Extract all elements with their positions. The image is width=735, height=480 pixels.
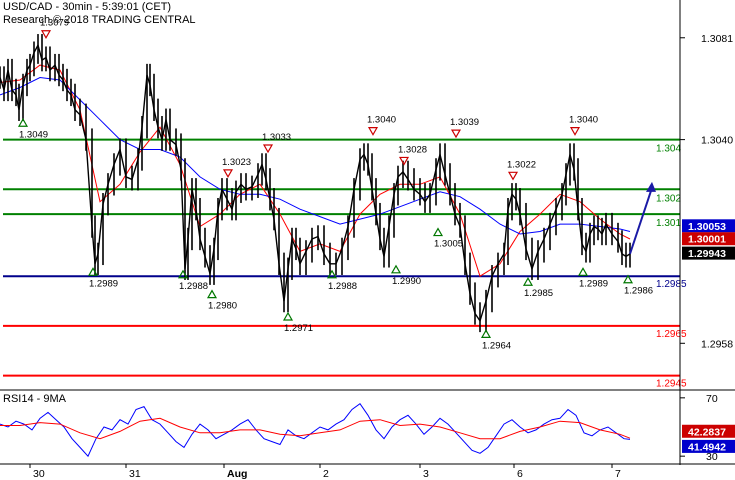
level-label-1: 1.302: [656, 193, 681, 204]
time-tick-label-3: 2: [323, 468, 329, 480]
support-resistance-levels: 1.304 1.302 1.301 1.2985 1.2965 1.2945: [3, 138, 687, 390]
pivot-high-marker-17: [569, 127, 581, 136]
rsi-ma-line: [0, 417, 631, 440]
pivot-low-marker-7: [282, 311, 294, 321]
pivot-high-marker-12: [450, 129, 462, 139]
rsi-line: [0, 402, 631, 458]
time-tick-label-1: 31: [129, 468, 141, 480]
pivot-low-marker-1: [17, 118, 29, 127]
pivot-high-label-5: 1.3023: [222, 157, 251, 168]
pivot-high-marker-10: [398, 156, 410, 166]
level-label-3: 1.2985: [656, 279, 687, 290]
pivot-low-label-14: 1.2964: [482, 340, 511, 351]
pivot-low-label-4: 1.2980: [208, 301, 237, 312]
pivot-low-marker-13: [432, 227, 444, 237]
rsi-badge-label-1: 41.4942: [688, 441, 726, 453]
pivot-low-label-7: 1.2971: [284, 323, 313, 334]
pivot-high-marker-6: [262, 144, 274, 154]
time-tick-label-0: 30: [33, 468, 45, 480]
pivot-low-label-11: 1.2990: [392, 276, 421, 287]
pivot-high-label-10: 1.3028: [398, 144, 427, 155]
pivot-low-label-19: 1.2986: [624, 286, 653, 297]
level-label-5: 1.2945: [656, 379, 687, 390]
level-label-0: 1.304: [656, 144, 681, 155]
moving-average-slow: [0, 76, 631, 235]
pivot-high-label-12: 1.3039: [450, 117, 479, 128]
rsi-panel: 703042.283741.4942: [0, 393, 735, 463]
pivot-low-label-16: 1.2985: [524, 288, 553, 299]
usdcad-chart: 1.3041.3021.3011.29851.29651.2945 1.3079…: [0, 0, 735, 480]
pivot-high-label-6: 1.3033: [262, 132, 291, 143]
pivot-low-label-13: 1.3005: [434, 239, 463, 250]
price-tick-label-2: 1.2958: [701, 338, 733, 350]
pivot-low-label-8: 1.2988: [328, 281, 357, 292]
level-label-2: 1.301: [656, 218, 681, 229]
rsi-badge-label-0: 42.2837: [688, 426, 726, 438]
pivot-low-label-3: 1.2988: [179, 281, 208, 292]
price-badge-label-0: 1.30053: [688, 221, 726, 233]
pivot-low-label-1: 1.3049: [19, 129, 48, 140]
pivot-low-marker-4: [206, 289, 218, 299]
rsi-tick-label-0: 70: [706, 393, 718, 405]
pivot-high-marker-15: [507, 171, 519, 181]
pivot-high-label-9: 1.3040: [367, 115, 396, 126]
pivot-low-marker-2: [87, 267, 99, 276]
pivot-low-marker-14: [480, 329, 492, 338]
forecast-arrow-shaft: [629, 187, 653, 255]
pivot-high-marker-9: [367, 127, 379, 136]
time-tick-label-5: 6: [517, 468, 523, 480]
pivot-low-label-2: 1.2989: [89, 278, 118, 289]
price-tick-label-0: 1.3081: [701, 33, 733, 45]
price-badge-label-1: 1.30001: [688, 234, 726, 246]
pivot-low-label-18: 1.2989: [579, 278, 608, 289]
forecast-arrow-head: [646, 181, 656, 192]
pivot-high-label-15: 1.3022: [507, 159, 536, 170]
price-tick-label-1: 1.3040: [701, 135, 733, 147]
rsi-title: RSI14 - 9MA: [3, 393, 66, 405]
price-axis: 1.3081 1.3040 1.2958 1.300531.30001 1.29943: [0, 0, 735, 465]
pivot-high-label-17: 1.3040: [569, 115, 598, 126]
chart-title: USD/CAD - 30min - 5:39:01 (CET): [3, 1, 172, 13]
chart-copyright: Research © 2018 TRADING CENTRAL: [3, 14, 196, 26]
time-tick-label-6: 7: [615, 468, 621, 480]
pivot-high-marker-5: [222, 169, 234, 179]
time-axis: 30 31 Aug 2 3 6 7: [0, 463, 735, 480]
time-tick-label-4: 3: [423, 468, 429, 480]
pivot-low-marker-16: [522, 277, 534, 286]
price-badge-label-2: 1.29943: [688, 248, 726, 260]
level-label-4: 1.2965: [656, 329, 687, 340]
pivot-high-marker-0: [40, 30, 52, 39]
pivot-low-marker-18: [577, 267, 589, 276]
time-tick-label-2: Aug: [227, 468, 247, 480]
pivot-low-marker-11: [390, 264, 402, 274]
